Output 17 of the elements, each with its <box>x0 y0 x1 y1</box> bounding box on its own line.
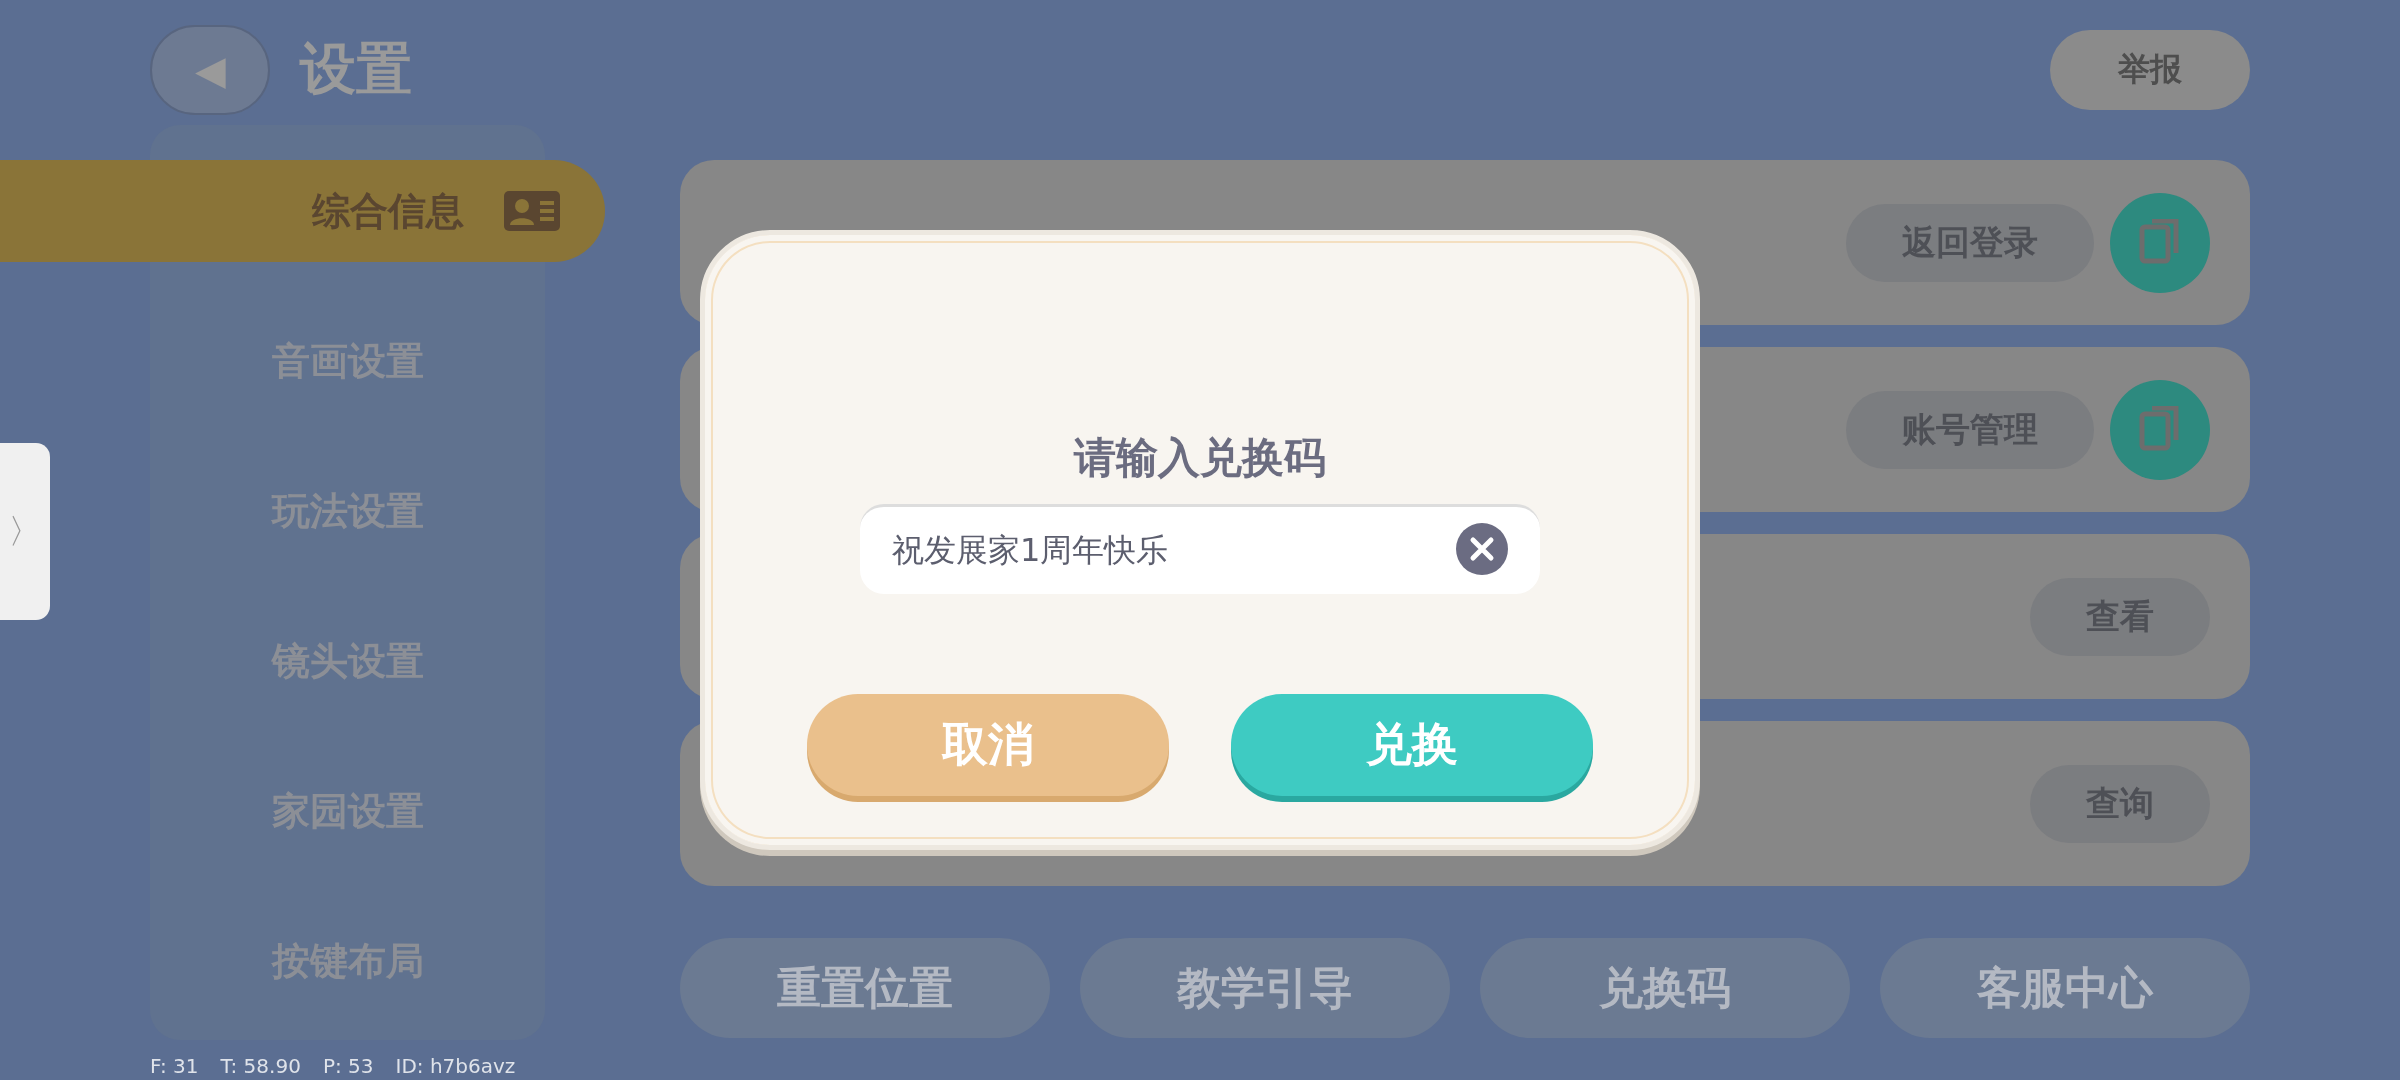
menu-button[interactable]: 兑换码 <box>1480 938 1850 1038</box>
debug-stat: T: 58.90 <box>220 1054 301 1078</box>
debug-stat: P: 53 <box>322 1054 374 1078</box>
copy-icon <box>2138 405 2182 454</box>
menu-button[interactable]: 重置位置 <box>680 938 1050 1038</box>
debug-stat: F: 31 <box>150 1054 199 1078</box>
id-card-icon <box>504 191 560 231</box>
menu-button[interactable]: 教学引导 <box>1080 938 1450 1038</box>
dialog-title: 请输入兑换码 <box>1074 432 1326 484</box>
code-input-field[interactable]: 祝发展家1周年快乐 <box>860 504 1540 594</box>
back-button[interactable]: ◀ <box>150 25 270 115</box>
side-handle[interactable]: 〉 <box>0 443 50 620</box>
page-title: 设置 <box>300 35 412 103</box>
report-button[interactable]: 举报 <box>2050 30 2250 110</box>
debug-stat: ID: h7b6avz <box>395 1054 516 1078</box>
copy-icon <box>2138 218 2182 267</box>
menu-button[interactable]: 客服中心 <box>1880 938 2250 1038</box>
